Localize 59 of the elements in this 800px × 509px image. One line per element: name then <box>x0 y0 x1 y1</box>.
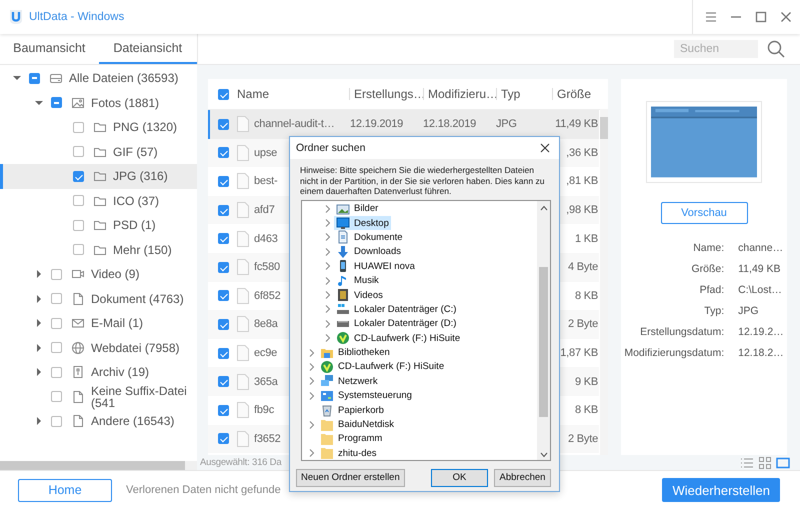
tree-label: Archiv (19) <box>91 366 150 378</box>
table-cell: f3652 <box>254 432 281 445</box>
detail-value: C:\Lost… <box>738 284 783 296</box>
detail-label: Modifizierungsdatum: <box>624 347 724 359</box>
tree-label: Dokument (4763) <box>91 292 184 305</box>
tree-label: Webdatei (7958) <box>91 342 180 354</box>
table-cell: 1,87 KB <box>560 347 598 360</box>
tree-label: Mehr (150) <box>113 244 172 256</box>
table-cell: d463 <box>254 232 278 245</box>
detail-label: Typ: <box>703 305 724 317</box>
table-cell: 4 Byte <box>568 261 598 274</box>
tree-label: Keine Suffix-Datei (541 <box>91 384 188 409</box>
table-cell: fb9c <box>254 404 274 416</box>
table-cell: 8 KB <box>574 290 598 302</box>
dialog-hint: Hinweise: Bitte speichern Sie die wiederhergestellten Dateien nicht in der Partition, in der Sie sie verloren haben. Dies kann zu einem dauerhaften Datenverlust führen. <box>300 165 546 196</box>
table-cell: 12.18.2019 <box>423 118 476 130</box>
table-cell: 2 Byte <box>568 318 598 330</box>
detail-value: channe… <box>738 242 784 254</box>
table-cell: 11,49 KB <box>555 118 598 130</box>
table-cell: JPG <box>496 118 517 130</box>
detail-value: 12.18.2… <box>738 347 784 359</box>
table-cell: 8e8a <box>254 318 278 330</box>
tree-label: Fotos (1881) <box>91 96 160 109</box>
tree-label: Alle Dateien (36593) <box>69 72 178 84</box>
dialog-title: Ordner suchen <box>296 142 366 154</box>
table-cell: ,81 KB <box>566 175 598 188</box>
tree-label: JPG (316) <box>113 170 168 182</box>
table-cell: ,36 KB <box>566 146 598 159</box>
table-cell: 2 Byte <box>568 432 598 445</box>
detail-label: Pfad: <box>698 284 724 296</box>
window-title: UltData - Windows <box>29 11 124 23</box>
tree-label: PNG (1320) <box>113 121 178 134</box>
tree-label: Andere (16543) <box>91 415 174 428</box>
tree-label: ICO (37) <box>113 194 160 207</box>
table-cell: best- <box>254 175 278 188</box>
detail-value: 12.19.2… <box>738 326 784 338</box>
table-cell: 6f852 <box>254 290 281 302</box>
table-cell: fc580 <box>254 261 280 274</box>
table-cell: 365a <box>254 376 278 388</box>
detail-label: Größe: <box>690 263 724 275</box>
detail-value: 11,49 KB <box>738 263 782 275</box>
table-cell: ec9e <box>254 347 278 360</box>
table-cell: ,98 KB <box>566 204 598 216</box>
tree-label: GIF (57) <box>113 146 158 158</box>
table-cell: 1 KB <box>574 232 598 245</box>
table-cell: afd7 <box>254 204 275 216</box>
tree-label: PSD (1) <box>113 219 156 232</box>
tree-label: E-Mail (1) <box>91 317 144 330</box>
table-cell: 8 KB <box>574 404 598 416</box>
hint-text: Verlorenen Daten nicht gefunde <box>126 484 281 496</box>
table-cell: upse <box>254 146 278 159</box>
detail-label: Erstellungsdatum: <box>639 326 724 338</box>
detail-value: JPG <box>738 305 760 317</box>
table-cell: channel-audit-t… <box>254 118 335 130</box>
detail-label: Name: <box>692 242 724 254</box>
selection-status: Ausgewählt: 316 Da <box>200 457 282 468</box>
table-cell: 12.19.2019 <box>350 118 404 130</box>
tree-label: Video (9) <box>91 268 140 280</box>
table-cell: 9 KB <box>574 376 598 388</box>
